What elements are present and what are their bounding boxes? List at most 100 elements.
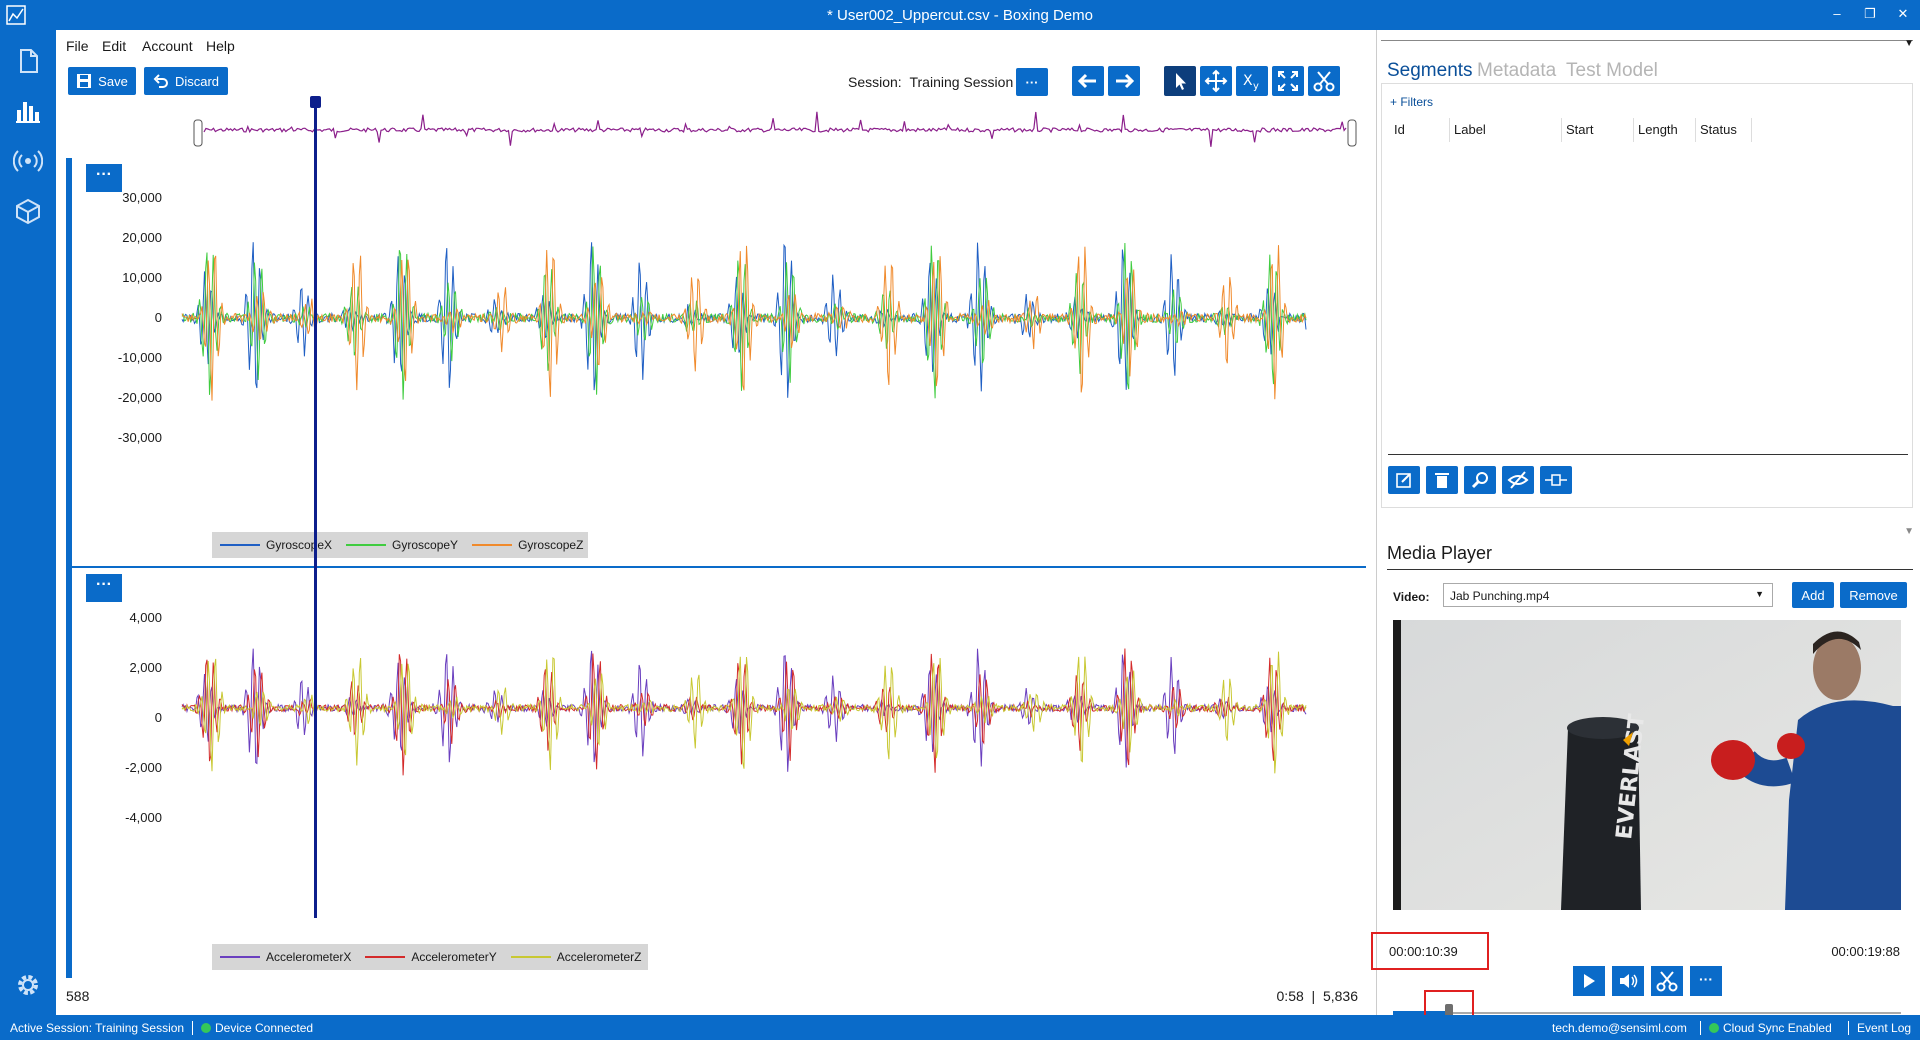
segments-collapse-icon[interactable]: ▼ xyxy=(1904,38,1914,49)
tab-test-model[interactable]: Test Model xyxy=(1566,60,1658,82)
y-tick-label: 30,000 xyxy=(122,190,162,205)
menu-help[interactable]: Help xyxy=(206,38,235,54)
add-video-button[interactable]: Add xyxy=(1792,582,1834,608)
title-bar: * User002_Uppercut.csv - Boxing Demo – ❐… xyxy=(0,0,1920,30)
discard-label: Discard xyxy=(174,73,220,89)
legend-gyroscope-y: GyroscopeY xyxy=(346,538,458,552)
column-id[interactable]: Id xyxy=(1390,118,1450,142)
legend-accelerometer-z: AccelerometerZ xyxy=(510,950,641,964)
video-select[interactable]: Jab Punching.mp4 ▼ xyxy=(1443,583,1773,607)
gyro-chart-panel[interactable]: ··· 30,000 20,000 10,000 0 -10,000 -20,000 -30… xyxy=(66,158,1366,566)
active-session-status: Active Session: Training Session xyxy=(10,1021,185,1035)
trash-icon xyxy=(1435,473,1449,488)
save-button[interactable]: Save xyxy=(68,67,136,95)
right-panel: ▼ Segments Metadata Test Model + Filters… xyxy=(1371,30,1920,1036)
media-player-title: Media Player xyxy=(1387,543,1493,563)
menu-bar: File Edit Account Help xyxy=(56,30,1376,60)
zoom-segment-button[interactable] xyxy=(1464,466,1496,494)
legend-accelerometer-y: AccelerometerY xyxy=(365,950,497,964)
save-icon xyxy=(77,74,92,88)
media-more-button[interactable]: ··· xyxy=(1690,966,1722,996)
column-start[interactable]: Start xyxy=(1562,118,1634,142)
next-segment-button[interactable] xyxy=(1108,66,1140,96)
fit-tool-button[interactable] xyxy=(1272,66,1304,96)
bar-chart-icon[interactable] xyxy=(13,96,43,126)
gyroscope-z-series xyxy=(181,245,1307,401)
gear-icon[interactable] xyxy=(13,970,43,1000)
overview-left-handle[interactable] xyxy=(193,119,203,147)
accel-chart[interactable]: 4,000 2,000 0 -2,000 -4,000 xyxy=(72,568,1366,978)
plot-area: ··· 30,000 20,000 10,000 0 -10,000 -20,000 -30… xyxy=(56,96,1376,978)
tab-metadata[interactable]: Metadata xyxy=(1477,60,1556,82)
y-tick-label: -10,000 xyxy=(118,350,162,365)
tab-segments[interactable]: Segments xyxy=(1387,60,1473,82)
filters-link[interactable]: + Filters xyxy=(1390,95,1433,109)
broadcast-icon[interactable] xyxy=(13,146,43,176)
prev-segment-button[interactable] xyxy=(1072,66,1104,96)
segment-tools xyxy=(1388,466,1908,496)
y-tick-label: -4,000 xyxy=(125,810,162,825)
status-right-value: 0:58 | 5,836 xyxy=(1276,988,1358,1004)
column-label[interactable]: Label xyxy=(1450,118,1562,142)
minimize-button[interactable]: – xyxy=(1826,6,1848,21)
accel-chart-panel[interactable]: ··· 4,000 2,000 0 -2,000 -4,000 Acceleromete… xyxy=(66,568,1366,978)
file-icon[interactable] xyxy=(13,46,43,76)
cut-tool-button[interactable] xyxy=(1308,66,1340,96)
restore-button[interactable]: ❐ xyxy=(1859,6,1881,22)
column-status[interactable]: Status xyxy=(1696,118,1752,142)
account-email[interactable]: tech.demo@sensiml.com xyxy=(1552,1021,1687,1035)
fit-icon xyxy=(1278,71,1298,91)
pointer-icon xyxy=(1176,73,1186,90)
overview-right-handle[interactable] xyxy=(1347,119,1357,147)
media-collapse-icon[interactable]: ▼ xyxy=(1904,526,1914,537)
playhead-handle[interactable] xyxy=(310,96,321,108)
event-log-link[interactable]: Event Log xyxy=(1848,1021,1911,1035)
window-title: * User002_Uppercut.csv - Boxing Demo xyxy=(827,7,1093,24)
playhead-cursor[interactable] xyxy=(314,100,317,918)
boxing-glove-left xyxy=(1711,740,1755,780)
gyro-panel-menu-button[interactable]: ··· xyxy=(86,164,122,192)
split-icon xyxy=(1545,474,1567,486)
legend-gyroscope-z: GyroscopeZ xyxy=(472,538,583,552)
undo-icon xyxy=(153,74,168,88)
select-tool-button[interactable] xyxy=(1164,66,1196,96)
accel-panel-menu-button[interactable]: ··· xyxy=(86,574,122,602)
close-button[interactable]: ✕ xyxy=(1892,6,1914,22)
menu-edit[interactable]: Edit xyxy=(102,38,126,54)
overview-strip[interactable] xyxy=(190,100,1360,152)
y-tick-label: 0 xyxy=(155,310,162,325)
overview-signal xyxy=(203,111,1347,147)
discard-button[interactable]: Discard xyxy=(144,67,228,95)
delete-segment-button[interactable] xyxy=(1426,466,1458,494)
edit-segment-button[interactable] xyxy=(1388,466,1420,494)
status-bar: Active Session: Training Session Device … xyxy=(0,1015,1920,1040)
total-time: 00:00:19:88 xyxy=(1831,944,1900,959)
xy-tool-button[interactable]: Xy xyxy=(1236,66,1268,96)
pan-tool-button[interactable] xyxy=(1200,66,1232,96)
status-left-value: 588 xyxy=(66,988,90,1004)
remove-video-button[interactable]: Remove xyxy=(1840,582,1907,608)
toolbar: Save Discard Session: Training Session ·… xyxy=(56,64,1376,98)
cube-icon[interactable] xyxy=(13,196,43,226)
y-tick-label: -20,000 xyxy=(118,390,162,405)
device-status: Device Connected xyxy=(192,1021,313,1035)
clip-button[interactable] xyxy=(1651,966,1683,996)
video-frame[interactable]: EVERLAST xyxy=(1393,620,1901,910)
move-icon xyxy=(1204,69,1228,93)
session-value: Training Session xyxy=(909,74,1014,90)
svg-text:y: y xyxy=(1253,81,1259,92)
split-segment-button[interactable] xyxy=(1540,466,1572,494)
person-torso xyxy=(1785,700,1901,910)
gyro-legend: GyroscopeX GyroscopeY GyroscopeZ xyxy=(212,532,588,558)
gyro-chart[interactable]: 30,000 20,000 10,000 0 -10,000 -20,000 -30,000 xyxy=(72,158,1366,566)
column-length[interactable]: Length xyxy=(1634,118,1696,142)
segments-table-header: Id Label Start Length Status xyxy=(1390,118,1906,144)
session-more-button[interactable]: ··· xyxy=(1016,68,1048,96)
menu-account[interactable]: Account xyxy=(142,38,193,54)
current-time: 00:00:10:39 xyxy=(1389,944,1458,959)
hide-segment-button[interactable] xyxy=(1502,466,1534,494)
video-select-value: Jab Punching.mp4 xyxy=(1450,589,1550,603)
volume-button[interactable] xyxy=(1612,966,1644,996)
menu-file[interactable]: File xyxy=(66,38,89,54)
play-button[interactable] xyxy=(1573,966,1605,996)
